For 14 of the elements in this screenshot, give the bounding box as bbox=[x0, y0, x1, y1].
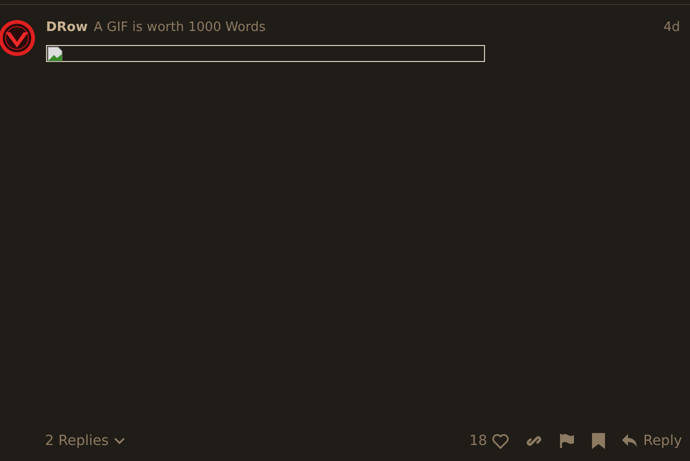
user-title: A GIF is worth 1000 Words bbox=[94, 20, 266, 35]
heart-icon[interactable] bbox=[492, 434, 510, 448]
like-count[interactable]: 18 bbox=[469, 433, 488, 449]
avatar-icon[interactable] bbox=[0, 18, 36, 58]
bookmark-icon[interactable] bbox=[592, 433, 606, 449]
reply-button[interactable]: Reply bbox=[622, 433, 682, 449]
link-icon[interactable] bbox=[526, 433, 542, 449]
post-date[interactable]: 4d bbox=[663, 20, 680, 35]
flag-icon[interactable] bbox=[559, 433, 576, 449]
reply-arrow-icon bbox=[622, 434, 638, 448]
broken-image-icon bbox=[47, 46, 63, 62]
replies-toggle[interactable]: 2 Replies bbox=[45, 433, 125, 449]
chevron-down-icon bbox=[114, 437, 125, 445]
username[interactable]: DRow bbox=[46, 20, 88, 35]
